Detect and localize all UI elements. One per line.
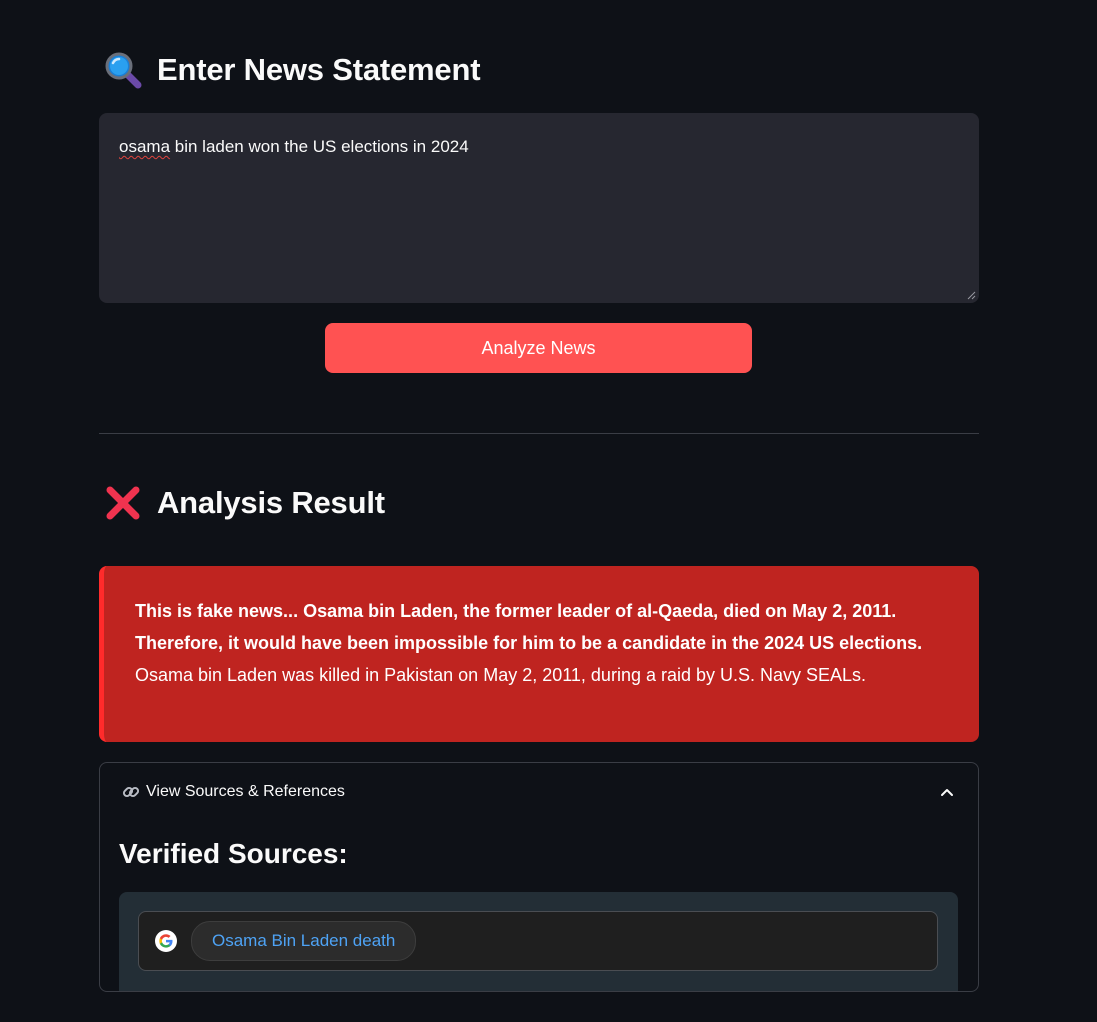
verified-sources-box: Osama Bin Laden death [119, 892, 958, 991]
google-search-suggestion: Osama Bin Laden death [138, 911, 938, 971]
verified-sources-title: Verified Sources: [119, 838, 348, 869]
misspelled-word: osama [119, 137, 171, 156]
input-heading: Enter News Statement [103, 50, 481, 90]
result-heading: Analysis Result [103, 483, 385, 523]
section-divider [99, 433, 979, 434]
textarea-value: bin laden won the US elections in 2024 [170, 137, 469, 156]
magnifying-glass-icon [103, 50, 143, 90]
google-search-chip[interactable]: Osama Bin Laden death [191, 921, 417, 961]
sources-expander-label: View Sources & References [146, 783, 345, 800]
input-heading-text: Enter News Statement [157, 52, 481, 87]
result-heading-text: Analysis Result [157, 485, 385, 520]
news-statement-textarea[interactable]: osama bin laden won the US elections in … [99, 113, 979, 303]
fake-news-alert: This is fake news... Osama bin Laden, th… [99, 566, 979, 742]
alert-detail-text: Osama bin Laden was killed in Pakistan o… [135, 665, 867, 685]
sources-expander-header[interactable]: View Sources & References [122, 780, 956, 804]
sources-expander: View Sources & References Verified Sourc… [99, 762, 979, 992]
alert-bold-text: This is fake news... Osama bin Laden, th… [135, 601, 923, 653]
resize-handle-icon[interactable] [967, 291, 976, 300]
link-icon [122, 783, 140, 801]
app-page: Enter News Statement osama bin laden won… [0, 0, 1097, 1022]
chevron-up-icon[interactable] [938, 783, 956, 801]
red-cross-icon [103, 483, 143, 523]
google-logo-icon [155, 930, 177, 952]
analyze-news-button[interactable]: Analyze News [325, 323, 752, 373]
